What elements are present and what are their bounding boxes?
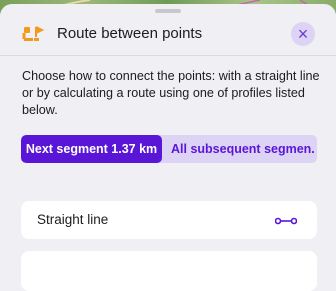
sheet-grabber[interactable] [155, 9, 181, 13]
segment-selector: Next segment 1.37 km All subsequent segm… [21, 135, 317, 163]
description-text: Choose how to connect the points: with a… [22, 69, 320, 117]
option-label: Straight line [37, 212, 109, 227]
straight-line-icon [274, 214, 298, 226]
close-button[interactable]: × [291, 22, 315, 46]
bottom-sheet: Route between points × Choose how to con… [0, 4, 336, 291]
option-next-profile[interactable] [21, 251, 317, 291]
close-icon: × [297, 24, 309, 44]
route-points-icon [22, 24, 46, 46]
tab-all-subsequent-segments[interactable]: All subsequent segmen... [165, 135, 315, 163]
option-straight-line[interactable]: Straight line [21, 201, 317, 239]
tab-next-segment[interactable]: Next segment 1.37 km [21, 135, 162, 163]
header-divider [0, 55, 336, 56]
page-title: Route between points [57, 25, 203, 42]
sheet-header: Route between points × [0, 16, 336, 54]
